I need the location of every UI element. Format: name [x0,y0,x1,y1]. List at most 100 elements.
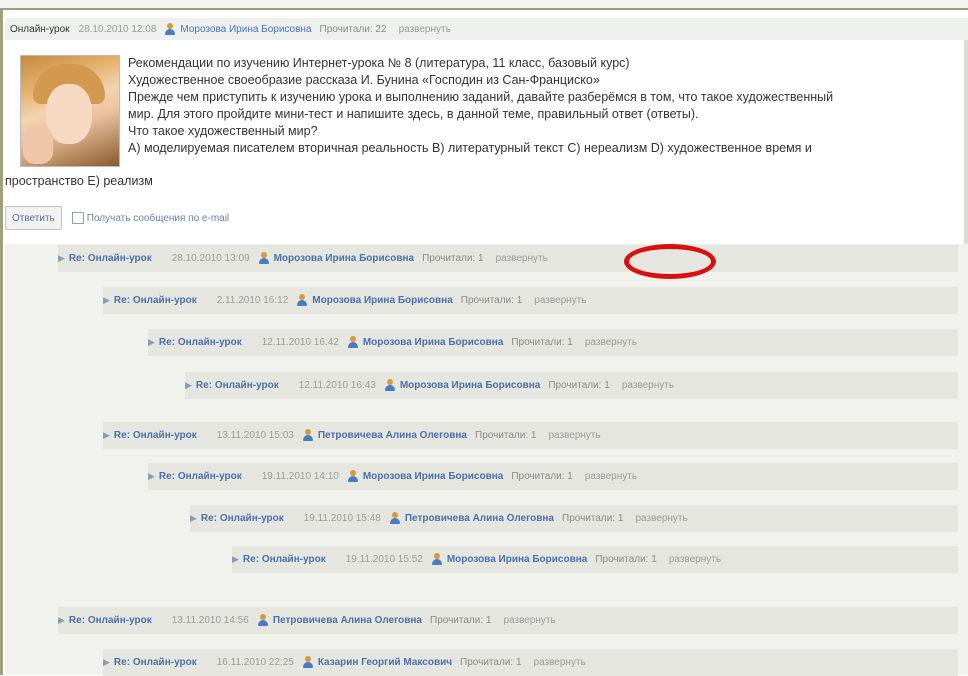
reply-title[interactable]: Re: Онлайн-урок [114,657,197,668]
avatar [20,55,120,167]
post-body-line: мир. Для этого пройдите мини-тест и напи… [128,107,699,121]
reply-title[interactable]: Re: Онлайн-урок [196,380,279,391]
reply-author[interactable]: Морозова Ирина Борисовна [447,554,588,565]
expand-arrow-icon[interactable]: ▶ [103,657,110,668]
reply-date: 13.11.2010 14:56 [171,615,249,626]
expand-arrow-icon[interactable]: ▶ [232,554,239,565]
reply-date: 12.11.2010 16:43 [298,380,376,391]
reply-title[interactable]: Re: Онлайн-урок [114,295,197,306]
reply-expand-link[interactable]: развернуть [534,295,586,306]
post-body-line: Рекомендации по изучению Интернет-урока … [128,56,630,70]
expand-arrow-icon[interactable]: ▶ [148,337,155,348]
highlight-circle [624,244,716,279]
reply-reads: Прочитали: 1 [548,380,610,391]
post-date: 28.10.2010 12:08 [78,23,157,35]
expand-arrow-icon[interactable]: ▶ [190,513,197,524]
reply-expand-link[interactable]: развернуть [534,657,586,668]
reply-expand-link[interactable]: развернуть [496,253,548,264]
reply-row[interactable]: ▶ Re: Онлайн-урок 28.10.2010 13:09 Морозова… [58,245,958,272]
expand-arrow-icon[interactable]: ▶ [148,471,155,482]
avatar-hand [23,126,53,164]
reply-row[interactable]: ▶ Re: Онлайн-урок 2.11.2010 16:12 Морозова … [103,287,958,314]
reply-author[interactable]: Петровичева Алина Олеговна [273,615,422,626]
reply-date: 16.11.2010 22:25 [216,657,294,668]
reply-bar: Ответить Получать сообщения по e-mail [5,206,229,230]
reply-row[interactable]: ▶ Re: Онлайн-урок 13.11.2010 14:56 Петрович… [58,607,958,634]
user-icon [347,470,359,483]
reply-title[interactable]: Re: Онлайн-урок [159,471,242,482]
reply-date: 19.11.2010 14:10 [261,471,339,482]
reply-row[interactable]: ▶ Re: Онлайн-урок 13.11.2010 15:03 Петрович… [103,422,958,449]
post-body-line: А) моделируемая писателем вторичная реал… [128,141,812,155]
reply-reads: Прочитали: 1 [475,430,537,441]
post-expand-link[interactable]: развернуть [399,24,451,35]
reply-author[interactable]: Морозова Ирина Борисовна [274,253,415,264]
reply-reads: Прочитали: 1 [511,337,573,348]
expand-arrow-icon[interactable]: ▶ [58,253,65,264]
reply-reads: Прочитали: 1 [460,295,523,306]
reply-row[interactable]: ▶ Re: Онлайн-урок 19.11.2010 15:48 Петрович… [190,505,958,532]
user-icon [296,294,308,307]
reply-row[interactable]: ▶ Re: Онлайн-урок 19.11.2010 15:52 Морозова… [232,546,958,573]
reply-author[interactable]: Петровичева Алина Олеговна [405,513,554,524]
avatar-face [46,84,92,144]
reply-expand-link[interactable]: развернуть [585,337,637,348]
reply-title[interactable]: Re: Онлайн-урок [69,253,152,264]
reply-date: 2.11.2010 16:12 [216,295,289,306]
user-icon [257,614,269,627]
post-header: Онлайн-урок 28.10.2010 12:08 Морозова Ир… [5,18,968,40]
reply-row[interactable]: ▶ Re: Онлайн-урок 12.11.2010 16:42 Морозова… [148,329,958,356]
user-icon [164,22,176,36]
reply-date: 13.11.2010 15:03 [216,430,294,441]
reply-reads: Прочитали: 1 [460,657,522,668]
reply-date: 28.10.2010 13:09 [171,253,250,264]
reply-date: 19.11.2010 15:52 [345,554,423,565]
email-checkbox-label[interactable]: Получать сообщения по e-mail [87,213,229,224]
reply-expand-link[interactable]: развернуть [669,554,721,565]
reply-date: 19.11.2010 15:48 [303,513,381,524]
user-icon [302,429,314,442]
reply-expand-link[interactable]: развернуть [548,430,600,441]
frame-border-left [0,8,3,675]
reply-author[interactable]: Морозова Ирина Борисовна [400,380,541,391]
reply-title[interactable]: Re: Онлайн-урок [69,615,152,626]
post-title[interactable]: Онлайн-урок [10,24,70,35]
reply-title[interactable]: Re: Онлайн-урок [201,513,284,524]
reply-button[interactable]: Ответить [5,206,62,230]
expand-arrow-icon[interactable]: ▶ [103,295,110,306]
user-icon [384,379,396,392]
reply-author[interactable]: Морозова Ирина Борисовна [363,471,504,482]
reply-expand-link[interactable]: развернуть [635,513,687,524]
reply-title[interactable]: Re: Онлайн-урок [114,430,197,441]
reply-row[interactable]: ▶ Re: Онлайн-урок 16.11.2010 22:25 Казарин … [103,649,958,676]
reply-expand-link[interactable]: развернуть [503,615,555,626]
post-reads: Прочитали: 22 [319,23,387,35]
expand-arrow-icon[interactable]: ▶ [103,430,110,441]
reply-author[interactable]: Морозова Ирина Борисовна [312,295,453,306]
user-icon [431,553,443,566]
reply-expand-link[interactable]: развернуть [622,380,674,391]
post-body-last-line: пространство Е) реализм [5,174,153,188]
email-checkbox[interactable] [71,212,84,224]
reply-author[interactable]: Петровичева Алина Олеговна [318,430,467,441]
reply-reads: Прочитали: 1 [430,615,492,626]
user-icon [302,656,314,669]
reply-title[interactable]: Re: Онлайн-урок [159,337,242,348]
reply-row[interactable]: ▶ Re: Онлайн-урок 12.11.2010 16:43 Морозова… [185,372,958,399]
expand-arrow-icon[interactable]: ▶ [58,615,65,626]
reply-author[interactable]: Казарин Георгий Максович [318,657,452,668]
reply-title[interactable]: Re: Онлайн-урок [243,554,326,565]
reply-reads: Прочитали: 1 [562,513,624,524]
user-icon [258,252,270,265]
reply-reads: Прочитали: 1 [422,253,484,264]
reply-expand-link[interactable]: развернуть [585,471,637,482]
user-icon [389,512,401,525]
user-icon [347,336,359,349]
reply-date: 12.11.2010 16:42 [261,337,339,348]
post-body-line: Художественное своеобразие рассказа И. Б… [128,73,600,87]
post-author[interactable]: Морозова Ирина Борисовна [180,24,311,35]
reply-author[interactable]: Морозова Ирина Борисовна [363,337,504,348]
expand-arrow-icon[interactable]: ▶ [185,380,192,391]
reply-row[interactable]: ▶ Re: Онлайн-урок 19.11.2010 14:10 Морозова… [148,463,958,490]
reply-reads: Прочитали: 1 [595,554,657,565]
